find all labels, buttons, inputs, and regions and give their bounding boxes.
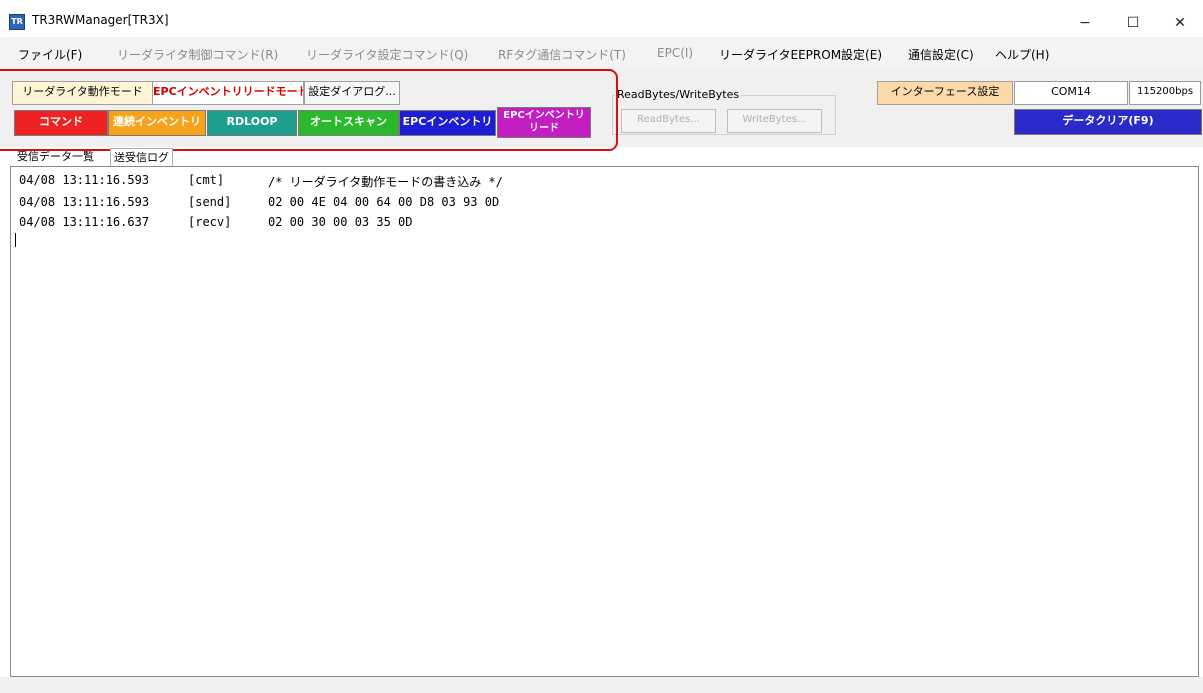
minimize-button[interactable]: − xyxy=(1062,9,1108,37)
close-button[interactable]: ✕ xyxy=(1157,9,1203,37)
menu-comm-settings[interactable]: 通信設定(C) xyxy=(908,46,974,63)
menu-epc[interactable]: EPC(I) xyxy=(657,46,693,60)
menu-rf-tag[interactable]: RFタグ通信コマンド(T) xyxy=(498,46,626,63)
log-time: 04/08 13:11:16.593 xyxy=(19,173,150,187)
interface-settings-button[interactable]: インターフェース設定 xyxy=(877,81,1013,105)
log-text: /* リーダライタ動作モードの書き込み */ xyxy=(268,175,503,189)
window-title: TR3RWManager[TR3X] xyxy=(32,13,169,27)
baud-rate-field[interactable]: 115200bps xyxy=(1129,81,1201,105)
log-time: 04/08 13:11:16.593 xyxy=(19,195,150,209)
data-clear-button[interactable]: データクリア(F9) xyxy=(1014,109,1202,135)
tab-send-receive-log[interactable]: 送受信ログ xyxy=(110,148,173,166)
write-bytes-button[interactable]: WriteBytes... xyxy=(727,109,822,133)
highlight-annotation xyxy=(0,69,618,151)
menu-help[interactable]: ヘルプ(H) xyxy=(995,46,1049,63)
maximize-button[interactable]: ☐ xyxy=(1110,9,1156,37)
log-text: 02 00 4E 04 00 64 00 D8 03 93 0D xyxy=(268,195,500,209)
read-bytes-button[interactable]: ReadBytes... xyxy=(621,109,716,133)
log-kind: [cmt] xyxy=(188,173,225,187)
text-caret xyxy=(15,233,16,247)
log-kind: [recv] xyxy=(188,215,232,229)
menu-rw-settings[interactable]: リーダライタ設定コマンド(Q) xyxy=(306,46,468,63)
menu-file[interactable]: ファイル(F) xyxy=(18,46,82,63)
app-icon: TR xyxy=(9,14,25,30)
log-text-area[interactable] xyxy=(10,166,1199,677)
log-time: 04/08 13:11:16.637 xyxy=(19,215,150,229)
title-bar xyxy=(0,9,1203,37)
log-kind: [send] xyxy=(188,195,232,209)
com-port-field[interactable]: COM14 xyxy=(1014,81,1128,105)
status-bar xyxy=(0,677,1203,693)
menu-rw-control[interactable]: リーダライタ制御コマンド(R) xyxy=(117,46,278,63)
log-text: 02 00 30 00 03 35 0D xyxy=(268,215,413,229)
tab-received-data-list[interactable]: 受信データ一覧 xyxy=(14,148,97,165)
rw-group-label: ReadBytes/WriteBytes xyxy=(615,88,742,101)
menu-eeprom[interactable]: リーダライタEEPROM設定(E) xyxy=(719,46,882,63)
